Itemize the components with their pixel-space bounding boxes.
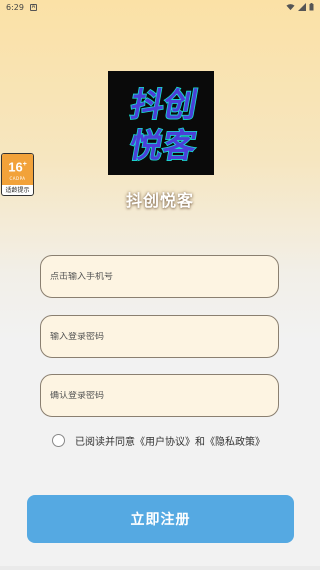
logo-line-1: 抖创 <box>128 85 201 124</box>
notification-box-icon: A <box>29 3 37 11</box>
agreement-radio[interactable] <box>52 434 65 447</box>
wifi-icon <box>286 4 295 11</box>
password-input[interactable] <box>50 331 278 342</box>
phone-input[interactable] <box>50 271 278 282</box>
phone-field[interactable] <box>40 255 279 298</box>
age-plus: + <box>22 161 27 169</box>
confirm-password-field[interactable] <box>40 374 279 417</box>
age-rating-top: 16+ CADPA <box>2 154 33 185</box>
logo-lettering: 抖创 悦客 <box>126 84 202 165</box>
status-left: 6:29 A <box>6 3 37 12</box>
agreement-text[interactable]: 已阅读并同意《用户协议》和《隐私政策》 <box>75 433 265 448</box>
app-logo: 抖创 悦客 <box>108 71 214 175</box>
age-rating-sub: CADPA <box>9 175 26 181</box>
logo-line-2: 悦客 <box>126 126 200 165</box>
status-time: 6:29 <box>6 2 24 12</box>
age-rating-number: 16+ <box>8 158 27 175</box>
bottom-bar <box>0 566 320 570</box>
status-bar: 6:29 A <box>0 0 320 14</box>
signal-icon <box>298 3 306 11</box>
app-name-title: 抖创悦客 <box>125 191 194 210</box>
agreement-row: 已阅读并同意《用户协议》和《隐私政策》 <box>52 433 265 448</box>
age-number: 16 <box>8 159 23 175</box>
status-right <box>286 3 314 11</box>
battery-icon <box>309 3 314 11</box>
password-field[interactable] <box>40 315 279 358</box>
register-button[interactable]: 立即注册 <box>27 495 294 543</box>
confirm-password-input[interactable] <box>50 390 278 401</box>
